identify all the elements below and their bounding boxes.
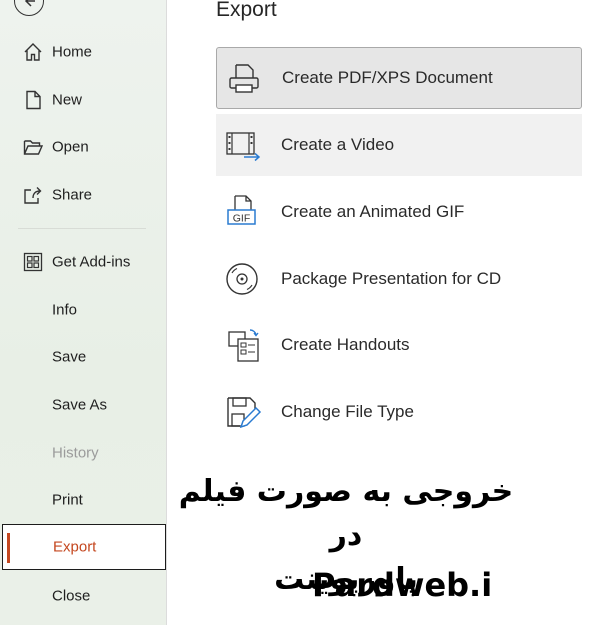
sidebar-item-label: Info xyxy=(52,301,78,319)
sidebar-item-label: New xyxy=(52,91,83,109)
export-option-change-file-type[interactable]: Change File Type xyxy=(216,381,582,443)
sidebar-item-open[interactable]: Open xyxy=(0,124,166,170)
watermark-site-name: Pardweb.i xyxy=(312,566,493,604)
export-option-package-cd[interactable]: Package Presentation for CD xyxy=(216,248,582,310)
page-title: Export xyxy=(216,0,277,21)
sidebar-item-save-as[interactable]: Save As xyxy=(0,382,166,428)
sidebar-item-export[interactable]: Export xyxy=(2,524,166,570)
sidebar-item-share[interactable]: Share xyxy=(0,172,166,218)
sidebar-item-close[interactable]: Close xyxy=(0,573,166,619)
option-label: Change File Type xyxy=(281,402,414,421)
sidebar-item-home[interactable]: Home xyxy=(0,29,166,75)
share-icon xyxy=(24,187,42,204)
sidebar-item-label: Save xyxy=(52,348,87,366)
folder-open-icon xyxy=(23,140,44,155)
add-ins-icon xyxy=(23,252,43,272)
sidebar-item-new[interactable]: New xyxy=(0,77,166,123)
backstage-sidebar: Home New Open Share Get Add-ins Info Sav… xyxy=(0,0,166,625)
home-icon xyxy=(24,43,42,61)
sidebar-item-label: History xyxy=(52,444,99,462)
export-option-pdf-xps[interactable]: Create PDF/XPS Document xyxy=(216,47,582,109)
pdf-document-icon xyxy=(229,64,259,93)
sidebar-item-info[interactable]: Info xyxy=(0,287,166,333)
back-arrow-icon xyxy=(24,0,35,7)
sidebar-item-label: Home xyxy=(52,43,93,61)
option-label: Create PDF/XPS Document xyxy=(282,68,493,87)
cd-icon xyxy=(226,263,258,295)
option-label: Create Handouts xyxy=(281,335,410,354)
sidebar-item-print[interactable]: Print xyxy=(0,477,166,523)
video-icon xyxy=(226,132,261,162)
sidebar-item-label: Export xyxy=(53,538,97,556)
export-option-animated-gif[interactable]: GIF Create an Animated GIF xyxy=(216,181,582,243)
option-label: Create an Animated GIF xyxy=(281,202,465,221)
sidebar-item-label: Open xyxy=(52,138,89,156)
sidebar-item-history: History xyxy=(0,430,166,476)
handouts-icon xyxy=(228,329,259,362)
sidebar-item-get-add-ins[interactable]: Get Add-ins xyxy=(0,239,166,285)
sidebar-item-label: Print xyxy=(52,491,83,509)
sidebar-item-save[interactable]: Save xyxy=(0,334,166,380)
active-indicator xyxy=(7,533,10,563)
sidebar-item-label: Get Add-ins xyxy=(52,253,131,271)
sidebar-divider xyxy=(18,228,146,229)
gif-icon-text: GIF xyxy=(233,213,251,225)
back-button[interactable] xyxy=(14,0,44,16)
sidebar-item-label: Save As xyxy=(52,396,108,414)
option-label: Package Presentation for CD xyxy=(281,269,502,288)
watermark-line-1: خروجی به صورت فیلم در xyxy=(178,474,514,553)
option-label: Create a Video xyxy=(281,135,395,154)
sidebar-item-label: Close xyxy=(52,587,91,605)
export-option-video[interactable]: Create a Video xyxy=(216,114,582,176)
sidebar-item-label: Share xyxy=(52,186,93,204)
new-document-icon xyxy=(26,90,41,110)
gif-icon: GIF xyxy=(227,195,256,225)
change-file-type-icon xyxy=(227,397,262,429)
export-option-handouts[interactable]: Create Handouts xyxy=(216,314,582,376)
